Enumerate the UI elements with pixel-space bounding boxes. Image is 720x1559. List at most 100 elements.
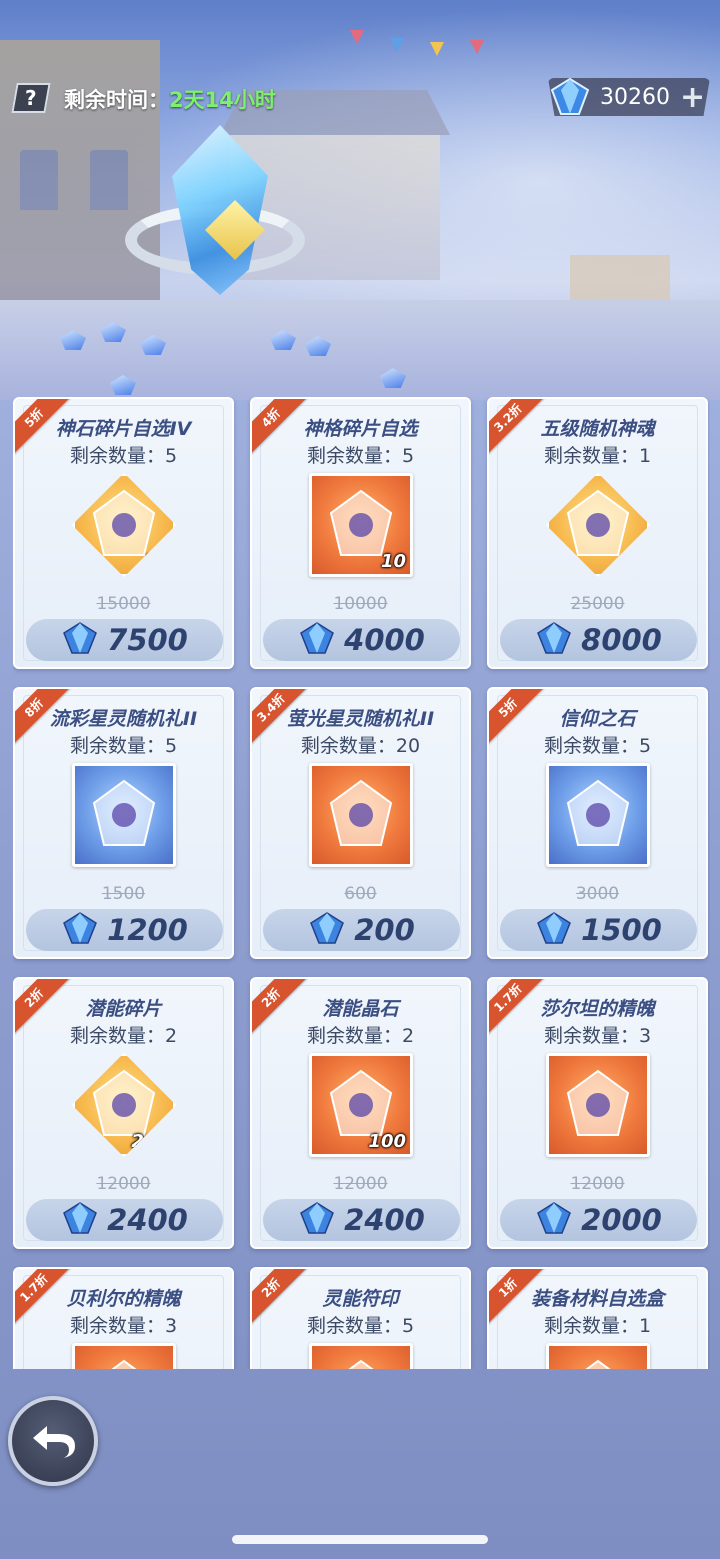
original-price: 12000 xyxy=(570,1174,625,1194)
item-stock: 剩余数量：5 xyxy=(69,445,178,467)
shop-item-card[interactable]: 1.7折 贝利尔的精魄 剩余数量：3 xyxy=(13,1267,234,1369)
sale-price: 1500 xyxy=(581,913,662,947)
shop-item-card[interactable]: 1.7折 莎尔坦的精魄 剩余数量：3 12000 2000 xyxy=(487,977,708,1249)
faith-stone-icon xyxy=(546,763,650,867)
sale-price: 8000 xyxy=(581,623,662,657)
original-price: 12000 xyxy=(96,1174,151,1194)
item-name: 贝利尔的精魄 xyxy=(66,1288,181,1310)
item-name: 潜能碎片 xyxy=(85,998,162,1020)
background-stall xyxy=(570,255,670,305)
buy-button[interactable]: 200 xyxy=(263,909,460,951)
shop-item-card[interactable]: 8折 流彩星灵随机礼II 剩余数量：5 1500 1200 xyxy=(13,687,234,959)
shop-item-card[interactable]: 5折 神石碎片自选IV 剩余数量：5 10 15000 7500 xyxy=(13,397,234,669)
background-ground xyxy=(0,300,720,400)
item-quantity: 200 xyxy=(131,1131,169,1152)
original-price: 15000 xyxy=(96,594,151,614)
sale-price: 1200 xyxy=(107,913,188,947)
diamond-icon xyxy=(535,1201,573,1239)
timer-label: 剩余时间： xyxy=(64,88,169,112)
remaining-time: 剩余时间：2天14小时 xyxy=(64,84,276,114)
rune-icon xyxy=(309,1343,413,1369)
diamond-icon xyxy=(550,78,590,115)
item-stock: 剩余数量：1 xyxy=(543,445,652,467)
item-name: 潜能晶石 xyxy=(322,998,399,1020)
item-stock: 剩余数量：2 xyxy=(306,1025,415,1047)
spirit-icon xyxy=(72,1343,176,1369)
item-quantity: 100 xyxy=(368,1131,406,1152)
item-stock: 剩余数量：20 xyxy=(300,735,421,757)
shop-item-card[interactable]: 4折 神格碎片自选 剩余数量：5 10 10000 4000 xyxy=(250,397,471,669)
question-icon: ? xyxy=(25,86,37,110)
item-name: 五级随机神魂 xyxy=(540,418,655,440)
item-name: 神格碎片自选 xyxy=(303,418,418,440)
item-stock: 剩余数量：5 xyxy=(306,445,415,467)
item-name: 灵能符印 xyxy=(322,1288,399,1310)
sale-price: 7500 xyxy=(107,623,188,657)
item-stock: 剩余数量：5 xyxy=(543,735,652,757)
sale-price: 200 xyxy=(354,913,415,947)
diamond-icon xyxy=(298,1201,336,1239)
buy-button[interactable]: 8000 xyxy=(500,619,697,661)
buy-button[interactable]: 7500 xyxy=(26,619,223,661)
material-box-icon xyxy=(546,1343,650,1369)
diamond-icon xyxy=(61,621,99,659)
item-name: 莎尔坦的精魄 xyxy=(540,998,655,1020)
home-indicator[interactable] xyxy=(232,1535,488,1544)
original-price: 25000 xyxy=(570,594,625,614)
item-stock: 剩余数量：5 xyxy=(69,735,178,757)
sale-price: 2000 xyxy=(581,1203,662,1237)
buy-button[interactable]: 2400 xyxy=(26,1199,223,1241)
currency-display: 30260 + xyxy=(548,78,710,116)
buy-button[interactable]: 1200 xyxy=(26,909,223,951)
gold-chest-icon: 10 xyxy=(72,473,176,577)
diamond-icon xyxy=(61,911,99,949)
diamond-icon xyxy=(298,621,336,659)
shop-item-card[interactable]: 3.4折 萤光星灵随机礼II 剩余数量：20 600 200 xyxy=(250,687,471,959)
timer-value: 2天14小时 xyxy=(169,88,276,112)
original-price: 10000 xyxy=(333,594,388,614)
diamond-icon xyxy=(308,911,346,949)
item-stock: 剩余数量：3 xyxy=(69,1315,178,1337)
soul-emblem-icon xyxy=(546,473,650,577)
item-name: 神石碎片自选IV xyxy=(55,418,192,440)
bunting-flags xyxy=(330,0,720,60)
item-name: 流彩星灵随机礼II xyxy=(49,708,198,730)
item-name: 信仰之石 xyxy=(559,708,636,730)
diamond-icon xyxy=(61,1201,99,1239)
shop-grid: 5折 神石碎片自选IV 剩余数量：5 10 15000 7500 4折 神格碎片自选 剩余数量：… xyxy=(13,397,710,1369)
item-stock: 剩余数量：3 xyxy=(543,1025,652,1047)
crystal-shard-icon: 200 xyxy=(72,1053,176,1157)
item-name: 装备材料自选盒 xyxy=(530,1288,664,1310)
buy-button[interactable]: 2000 xyxy=(500,1199,697,1241)
silver-chest-icon xyxy=(72,763,176,867)
shop-item-card[interactable]: 1折 装备材料自选盒 剩余数量：1 xyxy=(487,1267,708,1369)
back-button[interactable] xyxy=(8,1396,98,1486)
item-stock: 剩余数量：2 xyxy=(69,1025,178,1047)
help-button[interactable]: ? xyxy=(11,83,51,113)
shop-item-card[interactable]: 2折 潜能晶石 剩余数量：2 100 12000 2400 xyxy=(250,977,471,1249)
add-currency-button[interactable]: + xyxy=(680,80,705,115)
item-stock: 剩余数量：1 xyxy=(543,1315,652,1337)
original-price: 3000 xyxy=(575,884,620,904)
buy-button[interactable]: 1500 xyxy=(500,909,697,951)
background-building xyxy=(0,40,160,320)
sale-price: 4000 xyxy=(344,623,425,657)
buy-button[interactable]: 4000 xyxy=(263,619,460,661)
star-crystal-icon: 100 xyxy=(309,1053,413,1157)
diamond-icon xyxy=(535,621,573,659)
shop-item-card[interactable]: 5折 信仰之石 剩余数量：5 3000 1500 xyxy=(487,687,708,959)
original-price: 1500 xyxy=(101,884,146,904)
back-arrow-icon xyxy=(33,1426,75,1458)
shop-item-card[interactable]: 3.2折 五级随机神魂 剩余数量：1 25000 8000 xyxy=(487,397,708,669)
sale-price: 2400 xyxy=(107,1203,188,1237)
buy-button[interactable]: 2400 xyxy=(263,1199,460,1241)
shop-item-card[interactable]: 2折 潜能碎片 剩余数量：2 200 12000 2400 xyxy=(13,977,234,1249)
shop-item-card[interactable]: 2折 灵能符印 剩余数量：5 xyxy=(250,1267,471,1369)
item-name: 萤光星灵随机礼II xyxy=(286,708,435,730)
item-stock: 剩余数量：5 xyxy=(306,1315,415,1337)
original-price: 12000 xyxy=(333,1174,388,1194)
currency-amount: 30260 xyxy=(600,85,670,110)
original-price: 600 xyxy=(344,884,377,904)
sale-price: 2400 xyxy=(344,1203,425,1237)
dark-orb-icon xyxy=(546,1053,650,1157)
